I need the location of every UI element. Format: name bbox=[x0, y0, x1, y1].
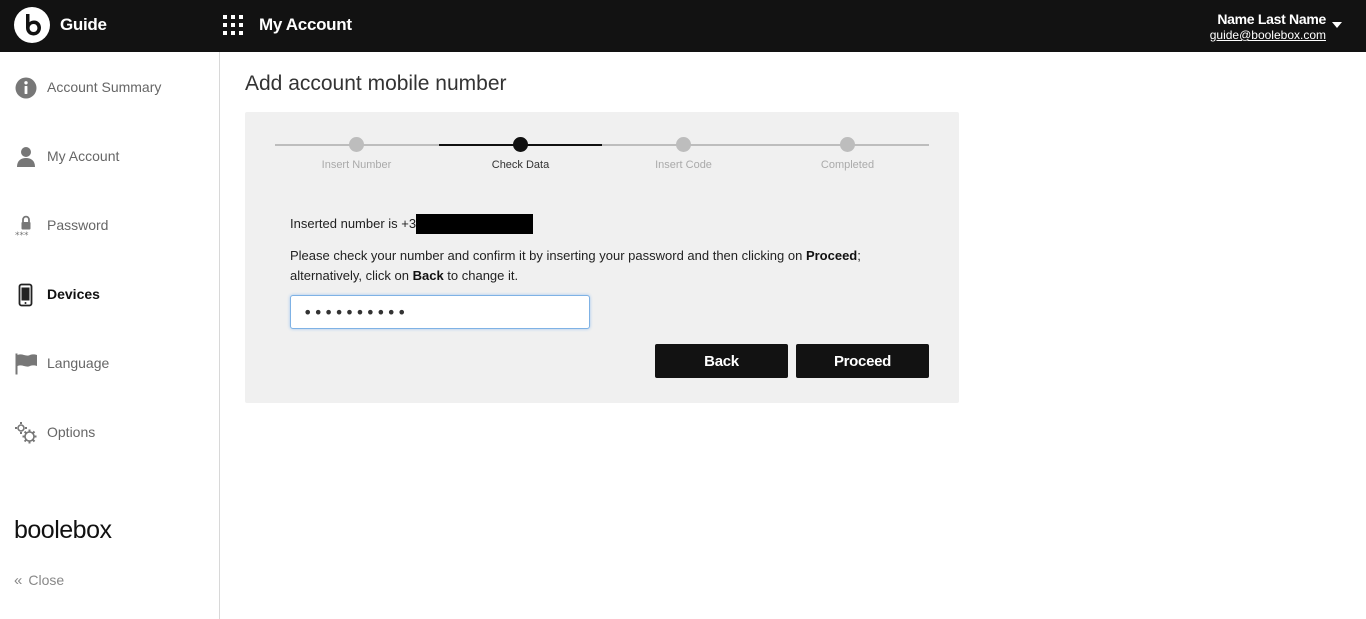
sidebar-item-label: My Account bbox=[47, 148, 120, 164]
sidebar: Account Summary My Account *** Password … bbox=[0, 52, 220, 619]
sidebar-item-devices[interactable]: Devices bbox=[0, 275, 219, 315]
info-icon bbox=[14, 76, 38, 100]
double-chevron-left-icon: « bbox=[14, 572, 23, 589]
flag-icon bbox=[14, 352, 38, 376]
user-name[interactable]: Name Last Name bbox=[1217, 11, 1326, 27]
sidebar-item-options[interactable]: Options bbox=[0, 413, 219, 453]
instructions-part: Please check your number and confirm it … bbox=[290, 248, 806, 263]
sidebar-item-password[interactable]: *** Password bbox=[0, 206, 219, 246]
brand-logo: boolebox bbox=[14, 516, 112, 544]
back-button[interactable]: Back bbox=[655, 344, 788, 378]
wizard-panel: Insert Number Check Data Insert Code Com… bbox=[245, 112, 959, 403]
redacted-number bbox=[416, 214, 533, 234]
apps-grid-icon[interactable] bbox=[223, 15, 243, 35]
sidebar-item-label: Options bbox=[47, 424, 96, 440]
sidebar-item-my-account[interactable]: My Account bbox=[0, 137, 219, 177]
step-label: Check Data bbox=[491, 159, 550, 171]
step-dot bbox=[840, 137, 855, 152]
sidebar-item-label: Language bbox=[47, 355, 110, 371]
instructions-proceed-word: Proceed bbox=[805, 248, 858, 263]
user-icon bbox=[14, 145, 38, 169]
sidebar-item-language[interactable]: Language bbox=[0, 344, 219, 384]
section-title: My Account bbox=[259, 15, 352, 34]
page-title: Add account mobile number bbox=[245, 72, 507, 95]
step-dot bbox=[349, 137, 364, 152]
step-dot bbox=[676, 137, 691, 152]
inserted-number-text: Inserted number is +3 bbox=[290, 216, 417, 231]
sidebar-item-account-summary[interactable]: Account Summary bbox=[0, 68, 219, 108]
step-label: Insert Code bbox=[655, 159, 712, 171]
step-dot bbox=[513, 137, 528, 152]
smartphone-icon bbox=[14, 283, 38, 307]
step-connector bbox=[602, 144, 929, 146]
svg-text:***: *** bbox=[15, 231, 29, 238]
close-sidebar-button[interactable]: « Close bbox=[14, 572, 64, 589]
step-label: Completed bbox=[820, 159, 875, 171]
boolebox-logo-icon[interactable] bbox=[14, 7, 50, 43]
sidebar-item-label: Account Summary bbox=[47, 79, 162, 95]
top-bar: Guide My Account Name Last Name guide@bo… bbox=[0, 0, 1366, 52]
caret-down-icon[interactable] bbox=[1332, 22, 1342, 28]
step-label: Insert Number bbox=[321, 159, 392, 171]
instructions-part: to change it. bbox=[443, 268, 519, 283]
app-name[interactable]: Guide bbox=[60, 15, 107, 35]
sidebar-item-label: Devices bbox=[47, 286, 100, 302]
instructions-back-word: Back bbox=[412, 268, 444, 283]
lock-icon: *** bbox=[14, 214, 38, 241]
password-input[interactable] bbox=[290, 295, 590, 329]
gears-icon bbox=[14, 421, 38, 445]
close-label: Close bbox=[28, 572, 65, 588]
sidebar-item-label: Password bbox=[47, 217, 109, 233]
user-email-link[interactable]: guide@boolebox.com bbox=[1210, 28, 1326, 42]
proceed-button[interactable]: Proceed bbox=[796, 344, 929, 378]
instructions-text: Please check your number and confirm it … bbox=[290, 246, 910, 286]
stepper: Insert Number Check Data Insert Code Com… bbox=[275, 134, 929, 174]
